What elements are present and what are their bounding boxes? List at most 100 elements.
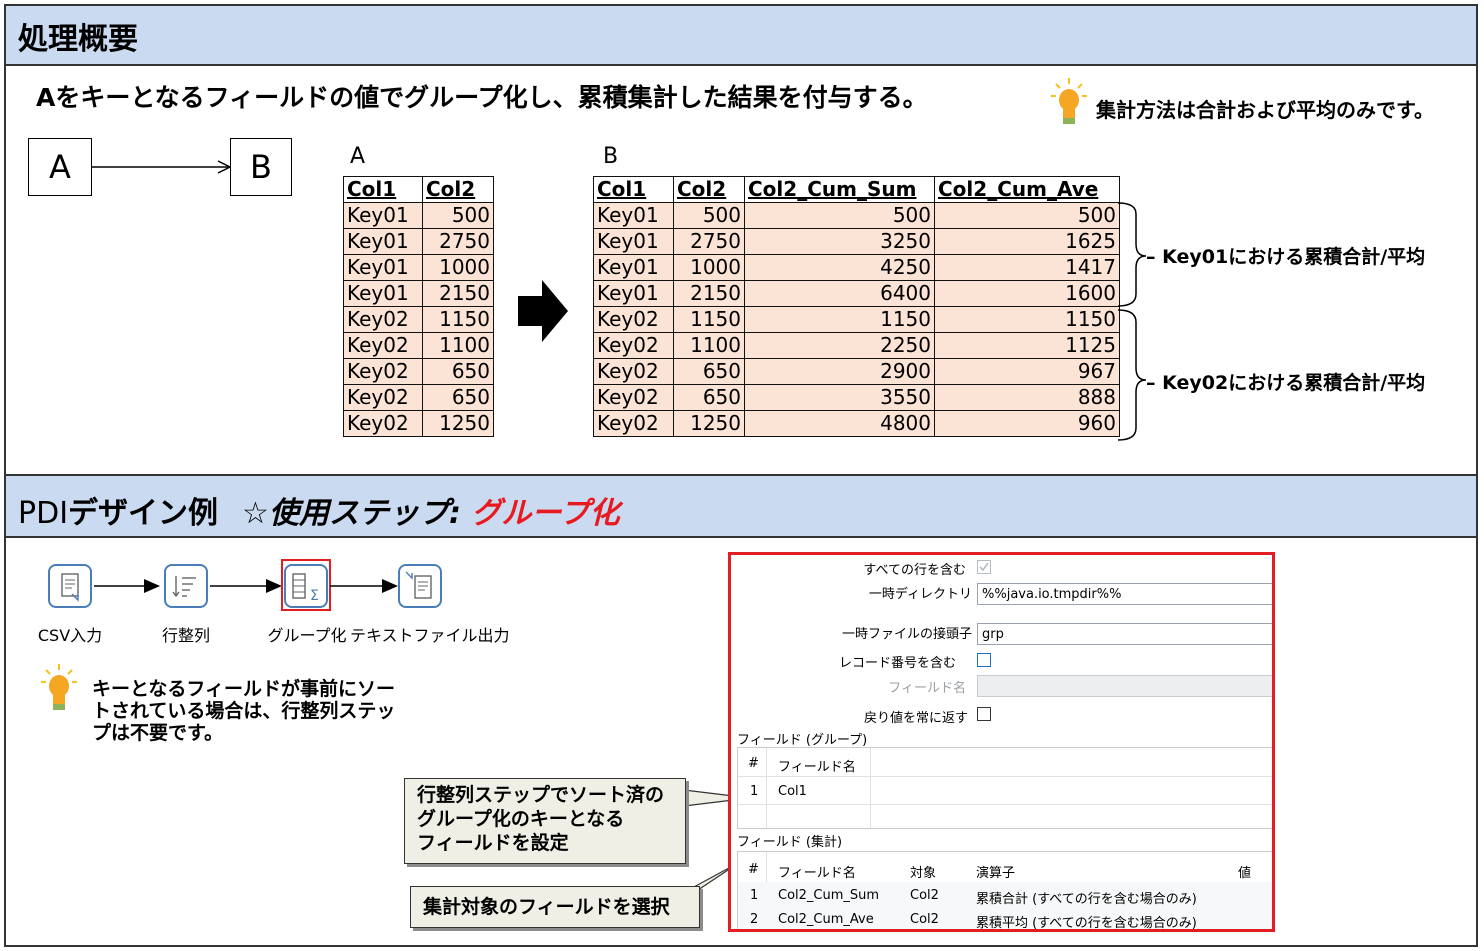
- table-cell: 1000: [422, 254, 494, 281]
- table-cell: Key01: [343, 280, 423, 307]
- table-row: Key02 650 2900 967: [593, 358, 1120, 385]
- grid-header-cell: #: [748, 862, 759, 877]
- table-b: Col1 Col2 Col2_Cum_Sum Col2_Cum_Ave Key0…: [593, 176, 1120, 437]
- step-label-text-output: テキストファイル出力: [350, 626, 510, 645]
- text-file-output-step-icon[interactable]: [398, 564, 442, 608]
- include-all-rows-label: すべての行を含む: [863, 563, 966, 578]
- field-name-input[interactable]: [977, 675, 1272, 697]
- include-row-num-checkbox[interactable]: [977, 653, 991, 667]
- sort-rows-step-icon[interactable]: [164, 564, 208, 608]
- callout-line: 行整列ステップでソート済の: [417, 784, 665, 806]
- group-by-dialog: すべての行を含む 一時ディレクトリ %%java.io.tmpdir%% 一時フ…: [728, 552, 1275, 932]
- grid-cell[interactable]: Col2_Cum_Ave: [778, 912, 874, 927]
- table-cell: Key01: [593, 280, 674, 307]
- flow-box-a: A: [28, 138, 92, 196]
- table-header-cell: Col2: [422, 176, 494, 203]
- table-row: Key02 1150: [343, 306, 494, 333]
- table-header-cell: Col2_Cum_Ave: [934, 176, 1120, 203]
- callout-line: フィールドを設定: [417, 832, 569, 854]
- hop-arrow-icon: [210, 579, 282, 593]
- temp-dir-label: 一時ディレクトリ: [868, 587, 972, 602]
- grid-cell: 2: [750, 912, 759, 927]
- grid-header-cell: 演算子: [976, 866, 1016, 881]
- grid-cell[interactable]: 累積合計 (すべての行を含む場合のみ): [976, 888, 1197, 907]
- brace-icon: [1117, 202, 1147, 441]
- table-cell: 1000: [673, 254, 745, 281]
- key01-label: Key01における累積合計/平均: [1162, 246, 1426, 268]
- table-cell: 1250: [673, 410, 745, 437]
- sort-note-line: トされている場合は、行整列ステッ: [92, 700, 396, 722]
- table-cell: 967: [934, 358, 1120, 385]
- table-row: Key01 2750 3250 1625: [593, 228, 1120, 255]
- table-cell: 4800: [744, 410, 935, 437]
- table-row: Key02 1250: [343, 410, 494, 437]
- table-row: Key01 1000 4250 1417: [593, 254, 1120, 281]
- table-cell: 500: [673, 202, 745, 229]
- table-cell: 1417: [934, 254, 1120, 281]
- field-name-label: フィールド名: [888, 681, 966, 696]
- table-cell: 2250: [744, 332, 935, 359]
- table-cell: Key01: [593, 228, 674, 255]
- table-row: Key02 1250 4800 960: [593, 410, 1120, 437]
- group-field-callout: 行整列ステップでソート済の グループ化のキーとなる フィールドを設定: [404, 778, 686, 864]
- grid-header-cell: #: [748, 756, 759, 771]
- table-cell: 1600: [934, 280, 1120, 307]
- table-row: Key02 1150 1150 1150: [593, 306, 1120, 333]
- csv-input-step-icon[interactable]: [48, 564, 92, 608]
- table-cell: 1250: [422, 410, 494, 437]
- grid-cell: 1: [750, 784, 759, 799]
- table-cell: 2900: [744, 358, 935, 385]
- step-name: グループ化: [471, 496, 620, 531]
- temp-dir-input[interactable]: %%java.io.tmpdir%%: [977, 583, 1272, 605]
- key02-bracket-label: – Key02における累積合計/平均: [1146, 372, 1426, 394]
- table-cell: Key02: [343, 332, 423, 359]
- agg-section-label: フィールド (集計): [737, 835, 843, 850]
- table-row: Key01 500 500 500: [593, 202, 1120, 229]
- always-return-checkbox[interactable]: [977, 707, 991, 721]
- grid-cell[interactable]: Col2_Cum_Sum: [778, 888, 879, 903]
- table-row: Key02 650: [343, 384, 494, 411]
- group-by-step-icon[interactable]: Σ: [284, 564, 328, 608]
- table-cell: Key01: [593, 202, 674, 229]
- table-row: Key02 650 3550 888: [593, 384, 1120, 411]
- grid-header-cell: 値: [1238, 866, 1252, 881]
- include-all-rows-checkbox[interactable]: [977, 560, 991, 574]
- table-cell: 650: [422, 358, 494, 385]
- table-a: Col1 Col2 Key01 500 Key01 2750 Key01 1000 Key0…: [343, 176, 494, 437]
- title-prefix: PDI: [18, 496, 69, 531]
- grid-cell: 1: [750, 888, 759, 903]
- table-cell: 500: [934, 202, 1120, 229]
- transform-arrow-icon: [518, 280, 568, 342]
- table-b-caption: B: [603, 144, 619, 169]
- callout-line: グループ化のキーとなる: [417, 808, 625, 830]
- grid-cell[interactable]: Col2: [910, 912, 939, 927]
- table-row: Key01 2150: [343, 280, 494, 307]
- grid-cell[interactable]: Col2: [910, 888, 939, 903]
- group-fields-grid: # フィールド名 1 Col1: [737, 747, 1272, 829]
- table-cell: Key02: [593, 384, 674, 411]
- key01-bracket-label: – Key01における累積合計/平均: [1146, 246, 1426, 268]
- table-cell: Key01: [343, 202, 423, 229]
- table-cell: Key01: [343, 254, 423, 281]
- aggregate-field-callout: 集計対象のフィールドを選択: [410, 886, 700, 928]
- table-row: Key02 1100 2250 1125: [593, 332, 1120, 359]
- section-title: 処理概要: [18, 22, 138, 57]
- description: Aをキーとなるフィールドの値でグループ化し、累積集計した結果を付与する。: [36, 83, 928, 112]
- step-label-csv-input: CSV入力: [37, 626, 103, 645]
- table-cell: 650: [673, 384, 745, 411]
- table-row: Key01 500: [343, 202, 494, 229]
- table-cell: 2150: [673, 280, 745, 307]
- table-cell: Key02: [593, 410, 674, 437]
- temp-prefix-label: 一時ファイルの接頭子: [841, 627, 972, 642]
- step-prefix: ☆使用ステップ:: [242, 496, 472, 531]
- table-row: Key01 2150 6400 1600: [593, 280, 1120, 307]
- table-cell: 2750: [422, 228, 494, 255]
- table-cell: Key02: [593, 358, 674, 385]
- table-cell: Key02: [343, 306, 423, 333]
- temp-prefix-input[interactable]: grp: [977, 623, 1272, 645]
- flow-box-b: B: [230, 138, 292, 196]
- svg-text:Σ: Σ: [310, 588, 319, 604]
- table-cell: 1100: [673, 332, 745, 359]
- grid-cell[interactable]: 累積平均 (すべての行を含む場合のみ): [976, 912, 1197, 929]
- grid-cell[interactable]: Col1: [778, 784, 807, 799]
